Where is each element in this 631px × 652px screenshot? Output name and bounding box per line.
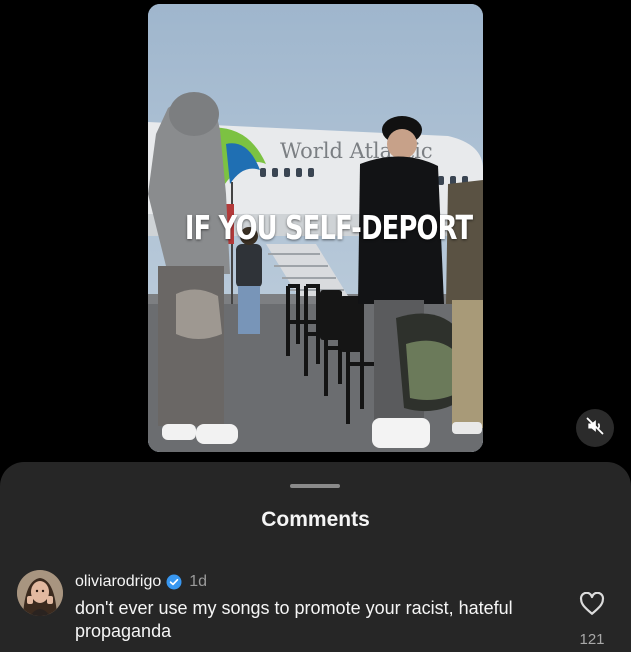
video-player[interactable]: World Atlantic IF YOU SELF-DEPORT [148, 4, 483, 452]
like-count: 121 [579, 631, 605, 648]
drag-handle[interactable] [290, 484, 340, 488]
comments-sheet: Comments oliviarodrigo 1d don't ever use… [0, 462, 631, 652]
speaker-muted-icon [585, 416, 605, 441]
comment-timestamp: 1d [189, 573, 208, 590]
comment-item: oliviarodrigo 1d don't ever use my songs… [17, 570, 617, 652]
comment-username[interactable]: oliviarodrigo [75, 573, 161, 591]
verified-badge-icon [166, 574, 182, 590]
heart-icon[interactable] [579, 591, 605, 620]
video-overlay-caption: IF YOU SELF-DEPORT [184, 208, 473, 247]
comments-title: Comments [261, 508, 370, 531]
mute-button[interactable] [576, 409, 614, 447]
avatar[interactable] [17, 570, 63, 616]
like-control: 121 [577, 591, 607, 648]
screen: World Atlantic IF YOU SELF-DEPORT Commen… [0, 0, 631, 652]
comment-text: don't ever use my songs to promote your … [75, 598, 513, 641]
comment-header: oliviarodrigo 1d [75, 573, 207, 591]
